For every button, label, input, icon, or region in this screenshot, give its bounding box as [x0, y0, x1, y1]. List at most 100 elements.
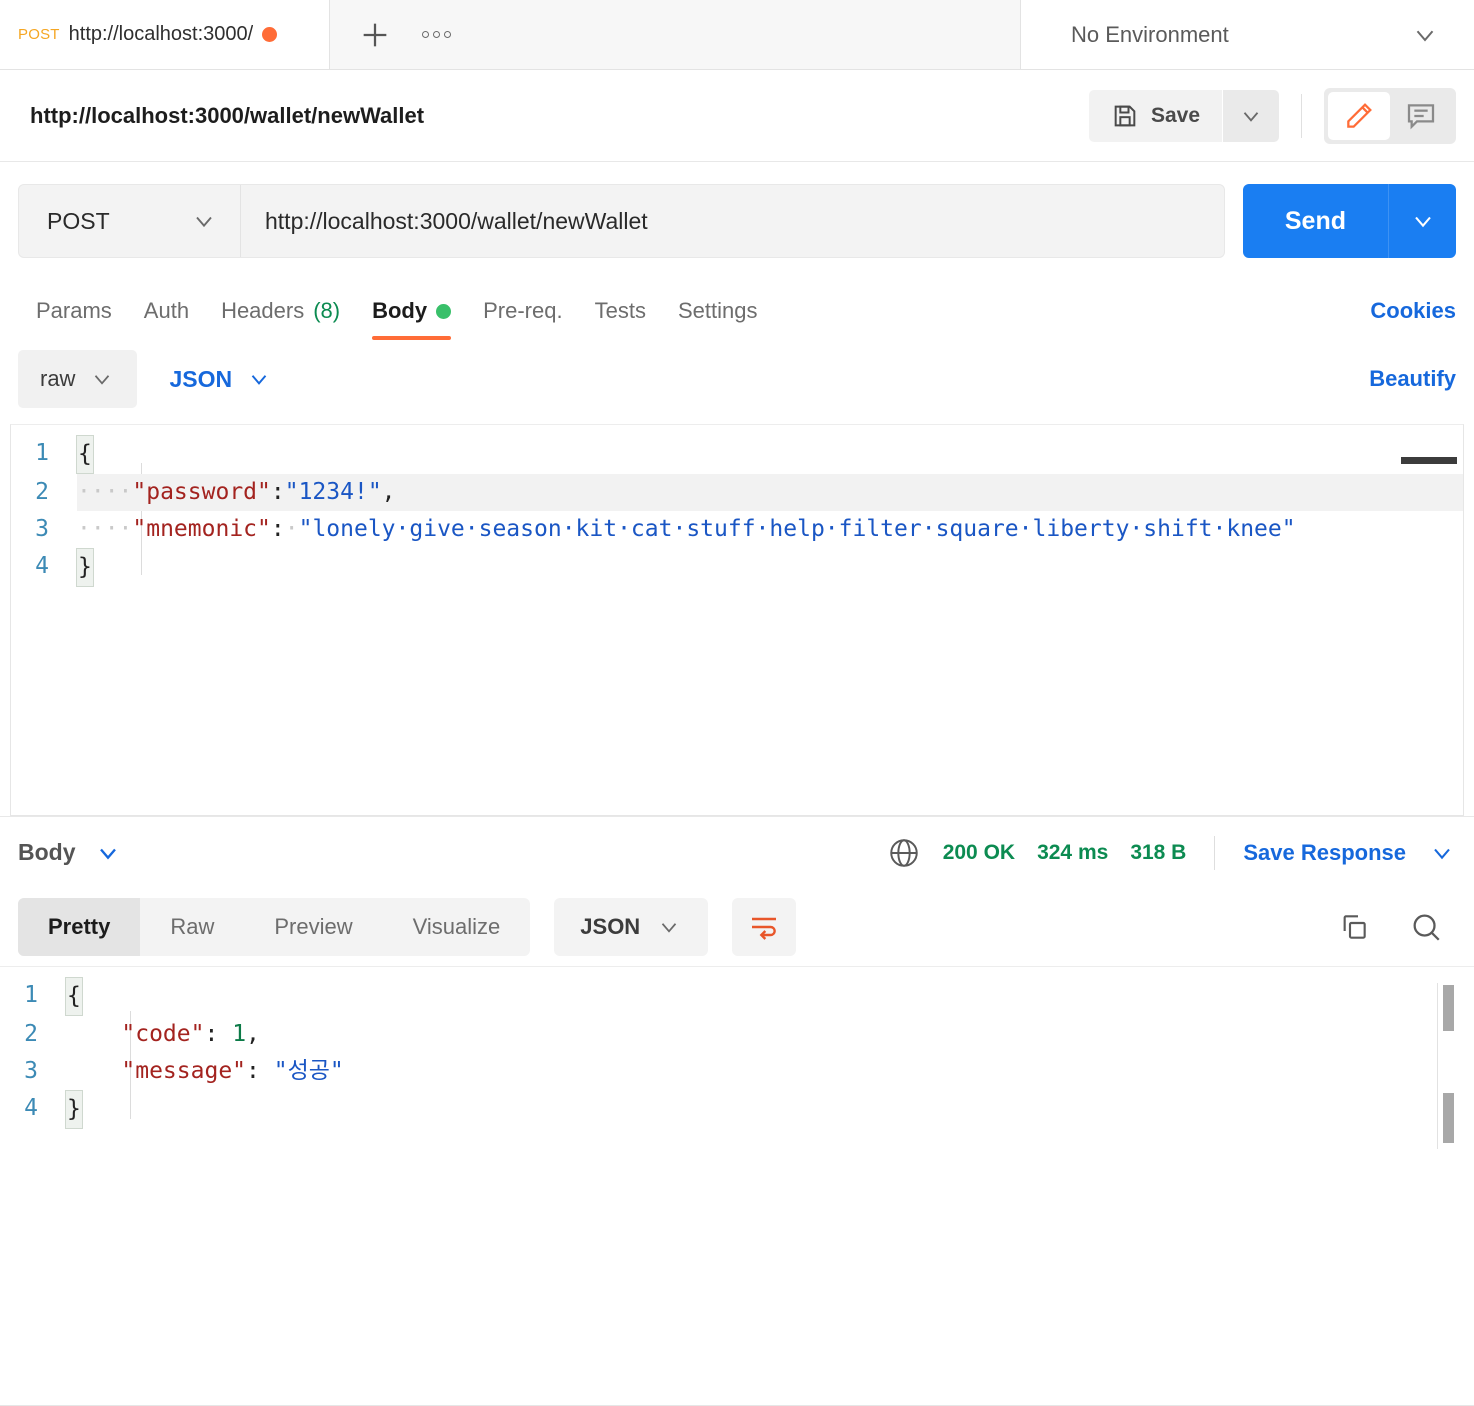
request-tabs: Params Auth Headers (8) Body Pre-req. Te… [0, 278, 1474, 340]
body-format-select[interactable]: JSON [147, 366, 294, 393]
save-response-link[interactable]: Save Response [1243, 840, 1406, 866]
http-method-value: POST [47, 207, 110, 234]
chevron-down-icon [1416, 30, 1434, 42]
code-line-content: ····"password":"1234!", [77, 474, 1463, 511]
globe-icon [889, 838, 918, 867]
save-group: Save [1088, 89, 1279, 142]
search-icon [1413, 914, 1440, 941]
comments-button[interactable] [1390, 92, 1452, 140]
code-token: { [65, 977, 83, 1016]
response-scrollbar-thumb[interactable] [1443, 985, 1454, 1031]
tab-body[interactable]: Body [356, 298, 467, 340]
tab-settings-label: Settings [677, 298, 758, 323]
request-code-area[interactable]: 1{2 ····"password":"1234!", 3 ····"mnemonic… [11, 425, 1463, 587]
url-value: http://localhost:3000/wallet/newWallet [265, 207, 648, 234]
code-token: : [246, 1058, 274, 1084]
response-body-label: Body [18, 839, 76, 865]
method-url-group: POST http://localhost:3000/wallet/newWal… [18, 184, 1225, 258]
code-token: "mnemonic" [132, 516, 271, 542]
response-scroll-marker[interactable] [1443, 1093, 1454, 1143]
code-token: { [76, 435, 94, 474]
word-wrap-icon [752, 917, 777, 940]
body-type-row: raw JSON Beautify [0, 340, 1474, 424]
save-options-button[interactable] [1223, 89, 1279, 142]
editor-horizontal-scrollbar[interactable] [1401, 457, 1457, 464]
response-body-select[interactable]: Body [18, 839, 122, 867]
response-view-segmented: Pretty Raw Preview Visualize [18, 898, 531, 956]
tab-tests-label: Tests [594, 298, 646, 323]
response-tab-preview[interactable]: Preview [244, 898, 382, 956]
code-token: : [270, 479, 285, 505]
cookies-link[interactable]: Cookies [1370, 298, 1456, 340]
tab-params[interactable]: Params [18, 298, 128, 340]
request-body-editor[interactable]: 1{2 ····"password":"1234!", 3 ····"mnemonic… [10, 424, 1464, 816]
http-method-select[interactable]: POST [19, 185, 241, 257]
code-token: 1 [232, 1021, 247, 1047]
code-line: 2 "code": 1, [0, 1016, 1474, 1053]
tab-auth[interactable]: Auth [128, 298, 205, 340]
chevron-down-icon [95, 375, 110, 385]
code-line-content: ····"mnemonic":·"lonely·give·season·kit·… [77, 511, 1463, 548]
tab-actions [330, 0, 486, 69]
code-line-content: { [76, 435, 1463, 474]
ellipsis-icon [443, 31, 451, 38]
code-line: 1{ [0, 977, 1474, 1016]
request-tab-active[interactable]: POST http://localhost:3000/ [0, 0, 330, 69]
body-mode-select[interactable]: raw [18, 350, 138, 408]
tab-headers[interactable]: Headers (8) [205, 298, 356, 340]
body-present-dot [436, 303, 452, 319]
code-token: ···· [77, 516, 133, 542]
search-response-button[interactable] [1396, 899, 1456, 955]
line-number: 2 [24, 1021, 38, 1047]
header-divider [1301, 93, 1302, 138]
edit-request-button[interactable] [1328, 91, 1390, 140]
line-number: 2 [35, 479, 49, 505]
code-line: 3 "message": "성공" [0, 1053, 1474, 1090]
line-number: 4 [35, 553, 49, 579]
copy-response-button[interactable] [1324, 899, 1384, 955]
tab-prerequest[interactable]: Pre-req. [467, 298, 578, 340]
response-tab-visualize[interactable]: Visualize [383, 898, 531, 956]
chevron-down-icon [662, 923, 677, 933]
word-wrap-button[interactable] [732, 898, 797, 956]
code-token: : [270, 516, 285, 542]
tab-strip-spacer [486, 0, 1020, 69]
environment-selector[interactable]: No Environment [1020, 0, 1474, 69]
response-tabs: Pretty Raw Preview Visualize JSON [0, 888, 1474, 966]
code-line-content: "message": "성공" [66, 1053, 1474, 1090]
code-token: ···· [77, 479, 133, 505]
send-options-button[interactable] [1388, 184, 1456, 258]
response-format-select[interactable]: JSON [554, 898, 709, 956]
response-tab-pretty[interactable]: Pretty [18, 898, 141, 956]
tab-settings[interactable]: Settings [662, 298, 774, 340]
tab-more-options-button[interactable] [408, 12, 464, 58]
code-token: } [76, 548, 94, 587]
tab-prerequest-label: Pre-req. [483, 298, 563, 323]
beautify-link[interactable]: Beautify [1369, 366, 1456, 392]
code-line: 4} [0, 1090, 1474, 1129]
request-title: http://localhost:3000/wallet/newWallet [30, 102, 425, 128]
tab-strip: POST http://localhost:3000/ No Environme… [0, 0, 1474, 70]
code-token: "lonely·give·season·kit·cat·stuff·help·f… [298, 516, 1296, 542]
response-format-value: JSON [580, 914, 641, 939]
save-button[interactable]: Save [1088, 89, 1222, 142]
code-token: } [65, 1090, 83, 1129]
body-mode-value: raw [40, 366, 76, 391]
code-line: 1{ [11, 435, 1463, 474]
chevron-down-icon[interactable] [1428, 839, 1456, 867]
chevron-down-icon [1414, 216, 1431, 228]
response-body-viewer[interactable]: 1{2 "code": 1, 3 "message": "성공" 4} [0, 966, 1474, 1405]
code-token: , [381, 479, 396, 505]
send-group: Send [1242, 184, 1456, 258]
response-scroll-track [1437, 983, 1438, 1149]
chevron-down-icon [99, 848, 116, 859]
response-tab-raw[interactable]: Raw [140, 898, 244, 956]
line-number: 4 [24, 1095, 38, 1121]
send-button[interactable]: Send [1242, 184, 1388, 258]
url-input[interactable]: http://localhost:3000/wallet/newWallet [241, 185, 1224, 257]
chevron-down-icon [251, 375, 267, 385]
tab-tests[interactable]: Tests [579, 298, 662, 340]
response-size: 318 B [1130, 840, 1187, 864]
url-bar: POST http://localhost:3000/wallet/newWal… [0, 162, 1474, 278]
new-tab-button[interactable] [352, 12, 398, 58]
